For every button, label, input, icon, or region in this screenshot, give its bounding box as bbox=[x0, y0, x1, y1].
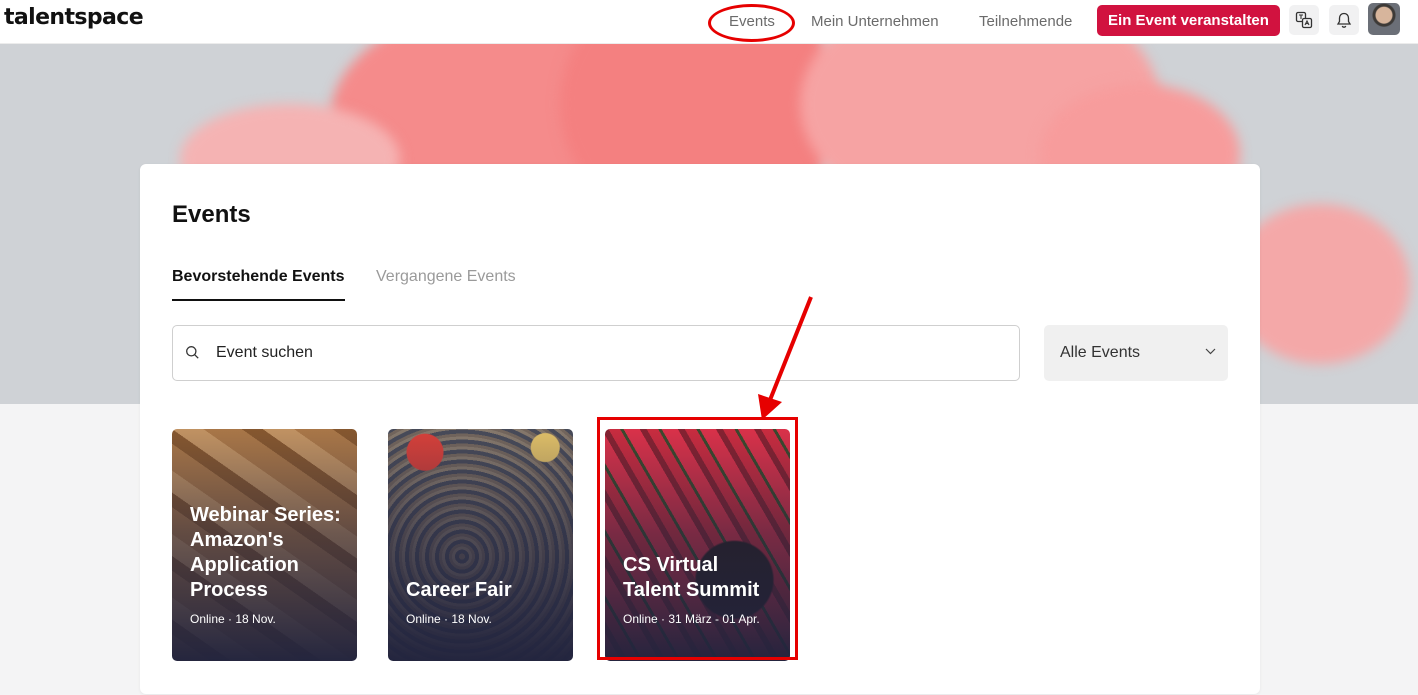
annotation-arrow bbox=[758, 296, 813, 420]
